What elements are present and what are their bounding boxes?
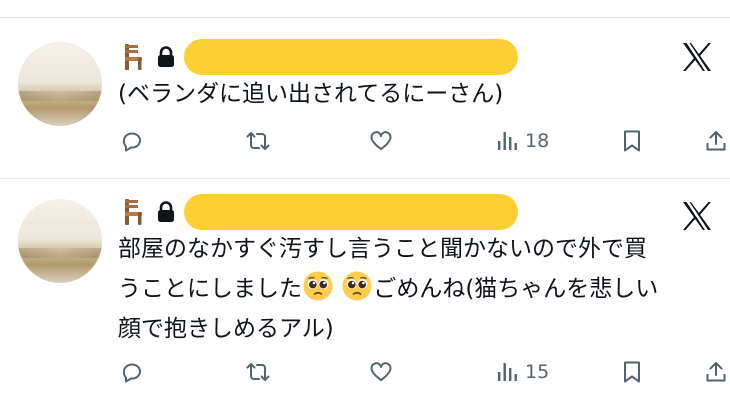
views-button[interactable]: 15 bbox=[495, 357, 549, 387]
redacted-username bbox=[186, 41, 516, 73]
tweet-2[interactable]: 部屋のなかすぐ汚すし言うこと聞かないので外で買 うことにしました ごめんね(猫ち… bbox=[0, 179, 730, 420]
tweet-text-line: (ベランダに追い出されてるにーさん) bbox=[118, 81, 504, 107]
bookmark-button[interactable] bbox=[620, 357, 644, 387]
views-button[interactable]: 18 bbox=[495, 126, 549, 156]
tweet-text: 部屋のなかすぐ汚すし言うこと聞かないので外で買 うことにしました ごめんね(猫ち… bbox=[118, 229, 718, 349]
action-bar: 18 bbox=[0, 126, 730, 156]
avatar[interactable] bbox=[18, 199, 102, 283]
share-icon bbox=[706, 131, 726, 151]
pleading-face-emoji-icon bbox=[303, 271, 333, 301]
views-icon bbox=[498, 132, 517, 150]
tweet-text-line: うことにしました ごめんね(猫ちゃんを悲しい bbox=[118, 269, 718, 309]
reply-icon bbox=[122, 132, 141, 152]
repost-icon bbox=[246, 363, 270, 381]
like-button[interactable] bbox=[369, 126, 393, 156]
reply-icon bbox=[122, 363, 141, 383]
author-row bbox=[120, 41, 516, 73]
repost-button[interactable] bbox=[246, 357, 270, 387]
tweet-text-line: 部屋のなかすぐ汚すし言うこと聞かないので外で買 bbox=[118, 236, 647, 262]
redacted-username bbox=[186, 196, 516, 228]
bookmark-icon bbox=[624, 130, 640, 152]
views-icon bbox=[498, 363, 517, 381]
avatar[interactable] bbox=[18, 42, 102, 126]
x-logo-icon bbox=[683, 202, 711, 230]
tweet-1[interactable]: (ベランダに追い出されてるにーさん) 18 bbox=[0, 18, 730, 178]
action-bar: 15 bbox=[0, 357, 730, 387]
view-count: 18 bbox=[525, 130, 550, 152]
heart-icon bbox=[370, 362, 392, 381]
repost-button[interactable] bbox=[246, 126, 270, 156]
lock-icon bbox=[158, 46, 174, 67]
author-row bbox=[120, 196, 516, 228]
share-button[interactable] bbox=[704, 126, 728, 156]
x-logo-icon bbox=[683, 43, 711, 71]
bookmark-button[interactable] bbox=[620, 126, 644, 156]
bookmark-icon bbox=[624, 361, 640, 383]
tweet-text-line: 顔で抱きしめるアル) bbox=[118, 316, 334, 342]
pleading-face-emoji-icon bbox=[342, 271, 372, 301]
reply-button[interactable] bbox=[120, 126, 144, 156]
chair-icon bbox=[125, 44, 142, 70]
view-count: 15 bbox=[525, 361, 550, 383]
lock-icon bbox=[158, 201, 174, 222]
chair-icon bbox=[125, 199, 142, 225]
tweet-text: (ベランダに追い出されてるにーさん) bbox=[118, 74, 718, 114]
like-button[interactable] bbox=[369, 357, 393, 387]
reply-button[interactable] bbox=[120, 357, 144, 387]
repost-icon bbox=[246, 132, 270, 150]
share-icon bbox=[706, 362, 726, 382]
share-button[interactable] bbox=[704, 357, 728, 387]
heart-icon bbox=[370, 131, 392, 150]
